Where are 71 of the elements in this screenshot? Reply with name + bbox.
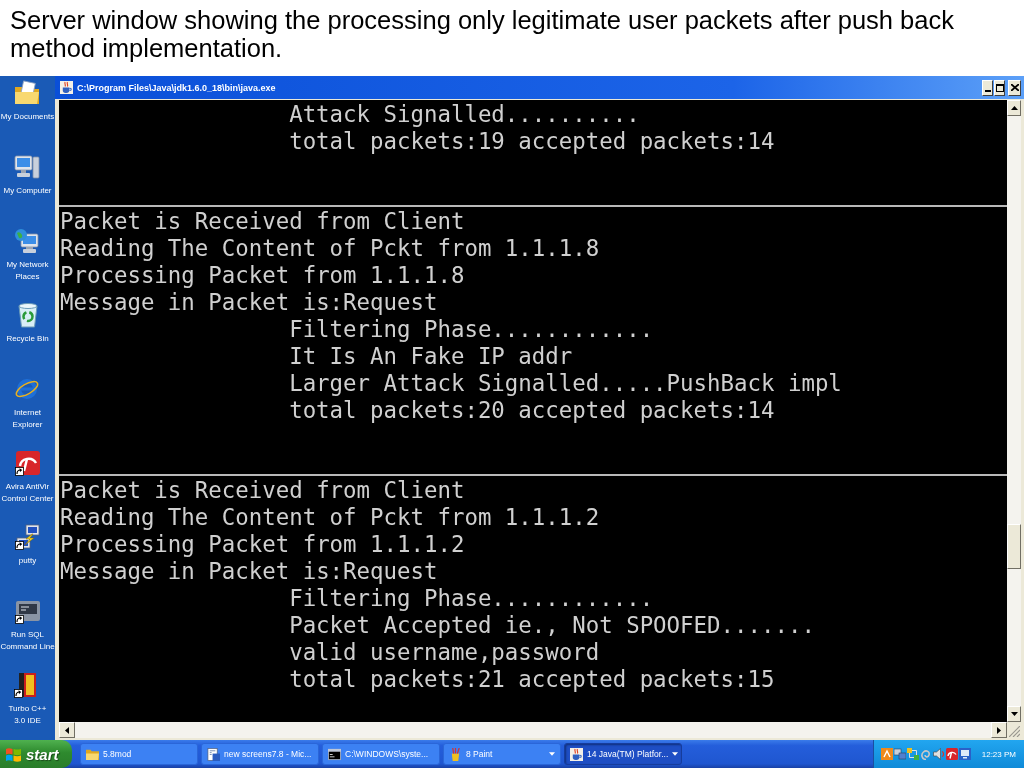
console-line: Packet is Received from Client xyxy=(60,477,465,504)
horizontal-scrollbar[interactable] xyxy=(59,722,1007,738)
console-line: total packets:21 accepted packets:15 xyxy=(289,666,775,693)
up-arrow-icon xyxy=(1010,106,1018,110)
umbrella-icon[interactable] xyxy=(946,748,958,760)
folder-icon xyxy=(86,747,99,761)
flag-icon xyxy=(5,746,22,762)
desktop-shortcut[interactable]: Internet Explorer xyxy=(12,376,43,431)
maximize-button[interactable] xyxy=(994,79,1005,96)
minimize-button[interactable] xyxy=(982,79,993,96)
vertical-scrollbar[interactable] xyxy=(1007,100,1021,722)
cup-icon xyxy=(570,747,583,761)
clock: 12:23 PM xyxy=(981,749,1016,759)
console-line: It Is An Fake IP addr xyxy=(289,343,573,370)
desktop-shortcut[interactable]: putty xyxy=(14,524,41,567)
console-line: total packets:19 accepted packets:14 xyxy=(289,128,775,155)
minimize-icon xyxy=(984,89,991,92)
network-icon[interactable] xyxy=(907,748,919,760)
console-line: Filtering Phase............ xyxy=(289,585,654,612)
desktop-shortcut[interactable]: Recycle Bin xyxy=(6,302,49,345)
console-line: Filtering Phase............ xyxy=(289,316,654,343)
console-line: total packets:20 accepted packets:14 xyxy=(289,397,775,424)
scroll-left-button[interactable] xyxy=(59,722,75,738)
folder-icon xyxy=(14,80,41,106)
close-icon xyxy=(1010,84,1019,91)
right-arrow-icon xyxy=(997,726,1001,734)
globe-computer-icon xyxy=(14,228,41,254)
console-line: Reading The Content of Pckt from 1.1.1.8 xyxy=(60,235,600,262)
maximize-icon xyxy=(995,83,1004,92)
document-icon xyxy=(207,747,220,761)
console-line: Message in Packet is:Request xyxy=(60,558,438,585)
desktop-shortcut[interactable]: Turbo C++ 3.0 IDE xyxy=(8,672,47,727)
console-line: Larger Attack Signalled.....PushBack impl xyxy=(289,370,842,397)
console-icon xyxy=(328,747,341,761)
scroll-right-button[interactable] xyxy=(991,722,1007,738)
scroll-up-button[interactable] xyxy=(1007,100,1021,116)
desktop-shortcut[interactable]: Run SQL Command Line xyxy=(0,598,55,653)
console-line: Processing Packet from 1.1.1.2 xyxy=(60,531,465,558)
console-line: Attack Signalled.......... xyxy=(289,101,640,128)
taskbar-button[interactable]: 14 Java(TM) Platfor... xyxy=(564,743,682,765)
down-arrow-icon xyxy=(1010,712,1018,716)
computer-icon xyxy=(14,154,41,180)
taskbar-button[interactable]: 5.8mod xyxy=(80,743,198,765)
console-line: Packet Accepted ie., Not SPOOFED....... xyxy=(289,612,815,639)
console-line: Reading The Content of Pckt from 1.1.1.2 xyxy=(60,504,600,531)
close-button[interactable] xyxy=(1008,79,1021,96)
scroll-down-button[interactable] xyxy=(1007,706,1021,722)
taskbar-button[interactable]: C:\WINDOWS\syste... xyxy=(322,743,440,765)
orbit-ring-icon xyxy=(14,376,41,402)
taskbar-button[interactable]: new screens7.8 - Mic... xyxy=(201,743,319,765)
console-line: Message in Packet is:Request xyxy=(60,289,438,316)
desktop-shortcut[interactable]: My Network Places xyxy=(6,228,49,283)
desktop-shortcut[interactable]: My Computer xyxy=(3,154,52,197)
paintbrush-icon xyxy=(449,747,462,761)
scrollbar-thumb[interactable] xyxy=(1007,524,1021,569)
window-title: C:\Program Files\Java\jdk1.6.0_18\bin\java.exe xyxy=(77,82,276,93)
start-button[interactable]: start xyxy=(0,740,72,768)
left-arrow-icon xyxy=(65,726,69,734)
console-line: Processing Packet from 1.1.1.8 xyxy=(60,262,465,289)
monitor-icon[interactable] xyxy=(959,748,971,760)
console-line: Packet is Received from Client xyxy=(60,208,465,235)
console-line: valid username,password xyxy=(289,639,600,666)
taskbar-button[interactable]: 8 Paint xyxy=(443,743,561,765)
cup-icon xyxy=(60,81,73,94)
resize-grip-icon[interactable] xyxy=(1009,726,1020,737)
speaker-icon[interactable] xyxy=(933,748,945,760)
slide-caption: Server window showing the processing only legitimate user packets after push back method implementation. xyxy=(10,6,955,62)
desktop-shortcut[interactable]: Avira AntiVir Control Center xyxy=(1,450,54,505)
monitors-icon[interactable] xyxy=(894,748,906,760)
app-tile-icon[interactable] xyxy=(881,748,893,760)
desktop-shortcut[interactable]: My Documents xyxy=(0,80,55,123)
